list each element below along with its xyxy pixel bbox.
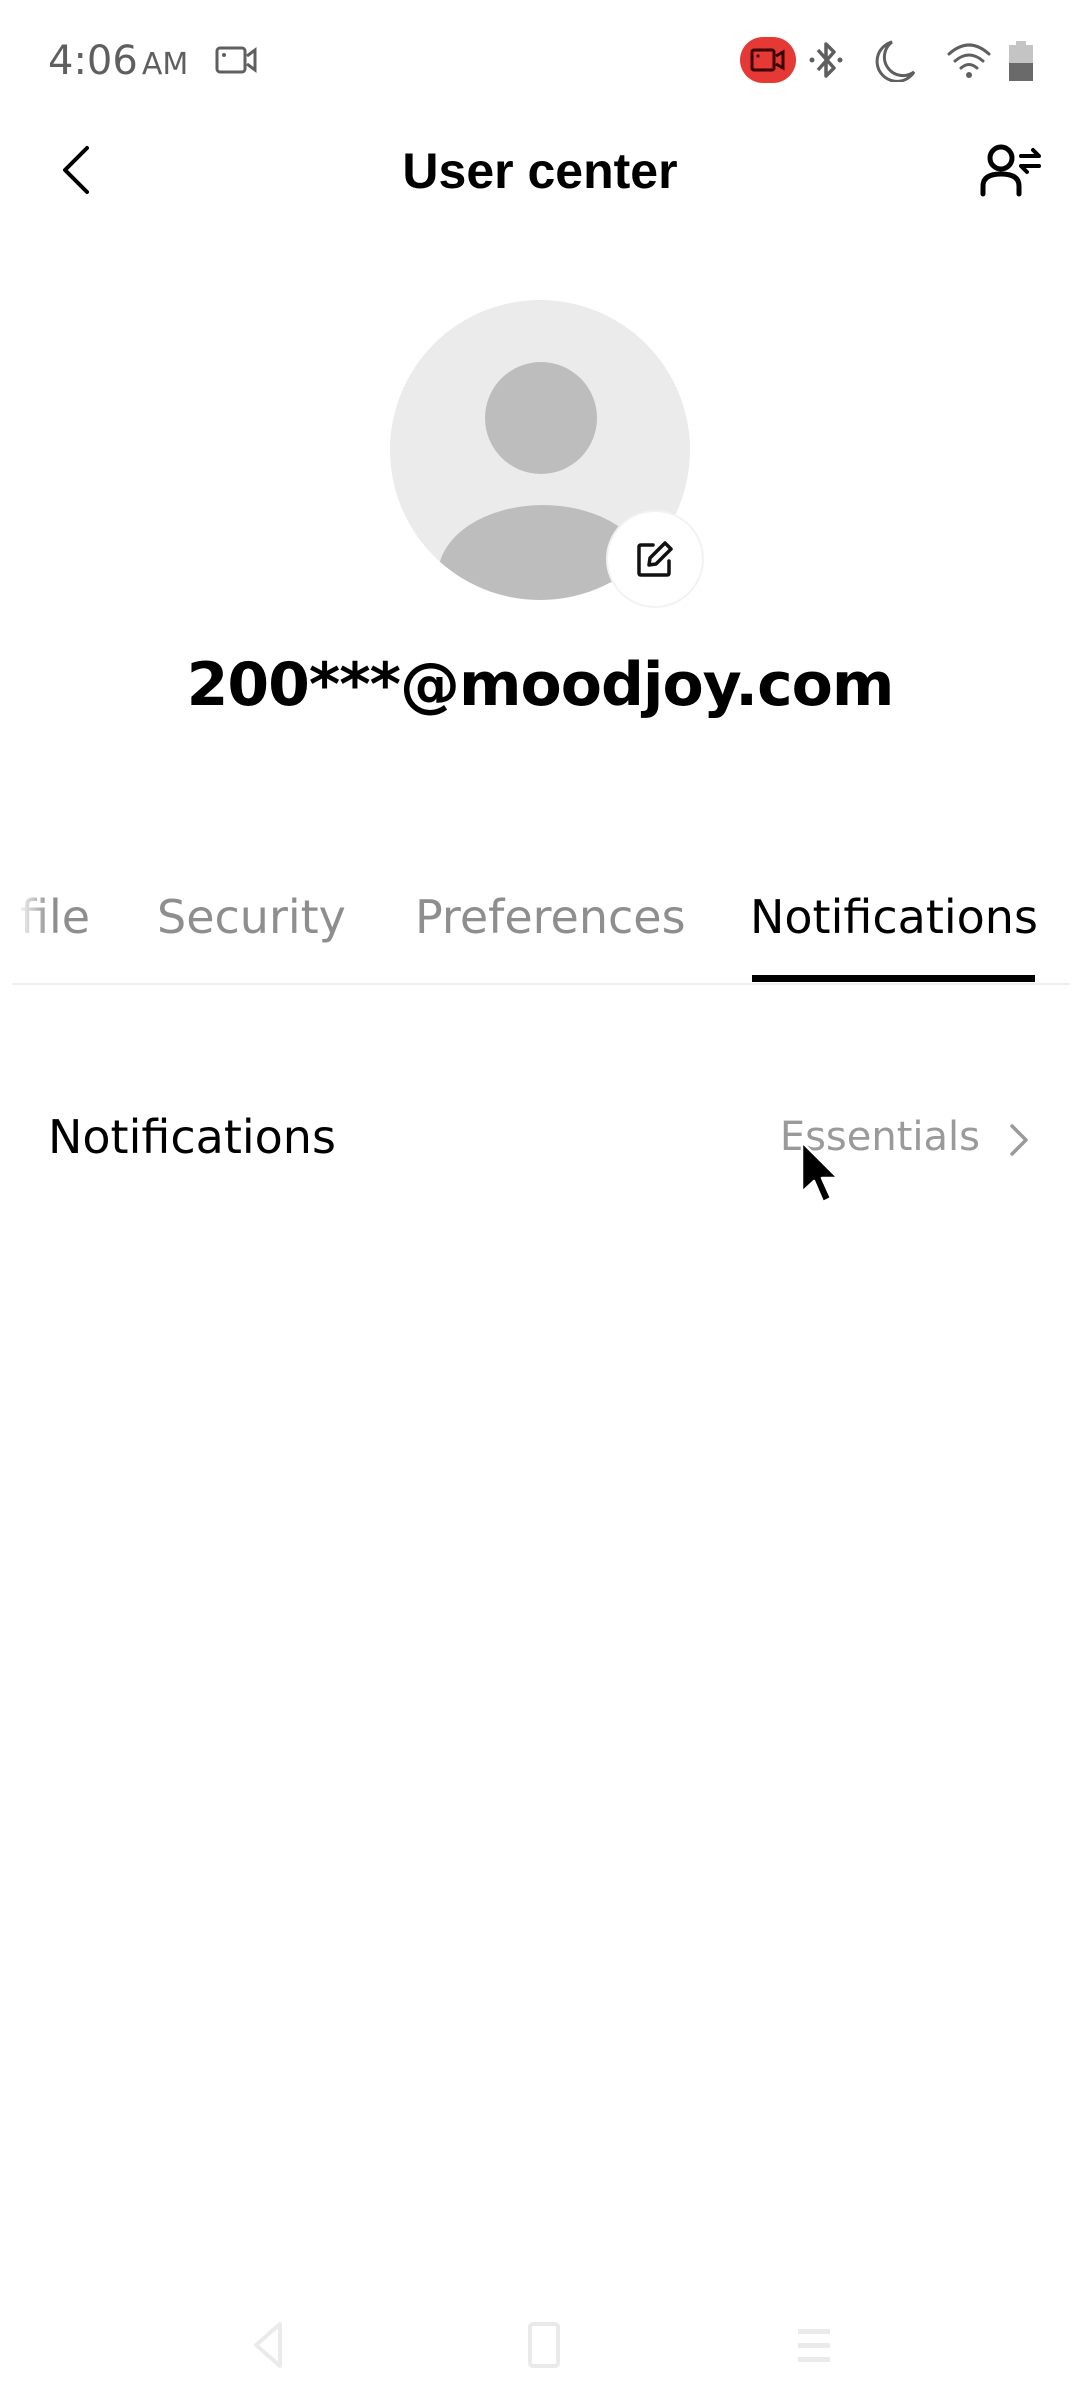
default-avatar-head (485, 362, 597, 474)
notifications-setting-row[interactable]: Notifications Essentials (0, 1080, 1080, 1200)
page-title: User center (402, 143, 678, 199)
nav-home-button[interactable] (514, 2310, 574, 2380)
bluetooth-icon (809, 42, 843, 78)
edit-avatar-button[interactable] (606, 510, 704, 608)
status-time-value: 4:06 (48, 38, 138, 84)
tab-profile[interactable]: file (20, 890, 90, 944)
screen-record-icon (215, 46, 257, 74)
switch-account-button[interactable] (975, 134, 1047, 206)
battery-icon (1009, 41, 1033, 81)
nav-back-button[interactable] (238, 2310, 298, 2380)
tab-bar: file Security Preferences Notifications (0, 870, 1080, 986)
do-not-disturb-moon-icon (875, 40, 916, 82)
chevron-right-icon (1010, 1124, 1028, 1156)
status-bar: 4:06 AM (0, 0, 1080, 120)
edit-pencil-icon (637, 541, 673, 577)
setting-value: Essentials (779, 1114, 980, 1160)
active-tab-indicator (752, 975, 1035, 982)
app-header: User center (0, 120, 1080, 230)
tab-notifications[interactable]: Notifications (750, 890, 1038, 944)
wifi-icon (947, 43, 991, 78)
tab-security[interactable]: Security (157, 890, 346, 944)
tab-divider (12, 983, 1070, 985)
nav-recents-button[interactable] (784, 2310, 844, 2380)
nav-recents-icon (798, 2329, 830, 2362)
nav-back-icon (254, 2322, 282, 2368)
nav-home-icon (528, 2322, 560, 2368)
switch-account-icon (980, 144, 1041, 197)
status-time-ampm: AM (141, 47, 189, 82)
recording-indicator-icon (740, 37, 796, 83)
status-time: 4:06 AM (48, 38, 188, 84)
setting-label: Notifications (48, 1110, 336, 1164)
tab-preferences[interactable]: Preferences (415, 890, 686, 944)
user-email: 200***@moodjoy.com (186, 650, 895, 720)
system-nav-bar (0, 2290, 1080, 2400)
